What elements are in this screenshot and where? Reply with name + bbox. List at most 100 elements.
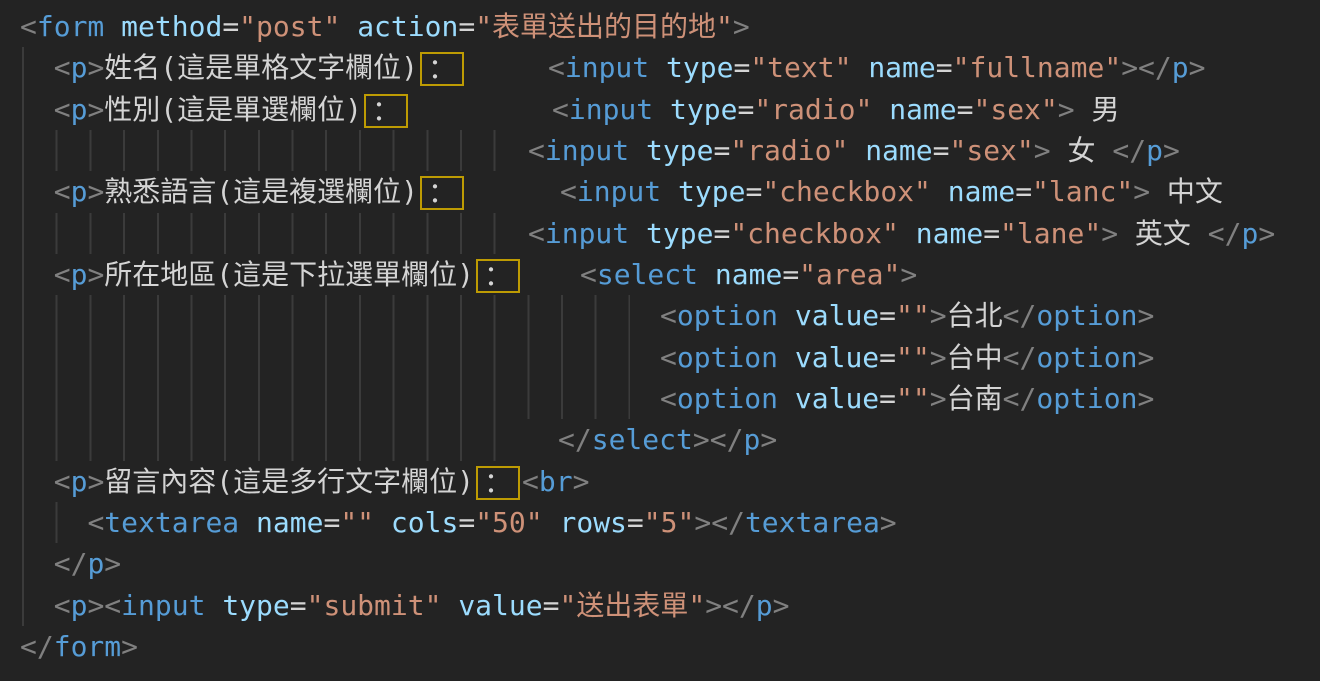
code-token: > — [1058, 93, 1075, 126]
code-token: < — [528, 217, 545, 250]
code-line[interactable]: <option value="">台北</option> — [20, 295, 1320, 336]
code-line[interactable]: <p>性別(這是單選欄位)：<input type="radio" name="… — [20, 89, 1320, 130]
code-line[interactable]: <option value="">台南</option> — [20, 378, 1320, 419]
code-token: = — [737, 93, 754, 126]
code-line[interactable]: <p>姓名(這是單格文字欄位)：<input type="text" name=… — [20, 47, 1320, 88]
unicode-highlight-box: ： — [476, 259, 520, 293]
code-editor[interactable]: <form method="post" action="表單送出的目的地"> <… — [0, 0, 1320, 681]
code-line[interactable]: <p>留言內容(這是多行文字欄位)：<br> — [20, 461, 1320, 502]
code-token — [899, 217, 916, 250]
code-token: input — [545, 134, 629, 167]
code-token: > — [733, 10, 750, 43]
code-token: </ — [1003, 382, 1037, 415]
code-token — [374, 506, 391, 539]
code-token: = — [745, 175, 762, 208]
code-token: 台北 — [947, 299, 1003, 332]
code-token: "" — [340, 506, 374, 539]
code-token — [20, 506, 87, 539]
code-token: > — [773, 589, 790, 622]
code-token: = — [323, 506, 340, 539]
code-token: > — [1133, 175, 1150, 208]
code-token: "radio" — [730, 134, 848, 167]
unicode-highlight-box: ： — [420, 176, 464, 210]
code-token: p — [71, 175, 88, 208]
code-token: < — [552, 93, 569, 126]
code-token: 所在地區(這是下拉選單欄位) — [104, 258, 474, 291]
code-token: input — [545, 217, 629, 250]
code-token: type — [646, 217, 713, 250]
code-token: p — [71, 93, 88, 126]
code-token: 台南 — [947, 382, 1003, 415]
code-token: value — [458, 589, 542, 622]
code-token: name — [889, 93, 956, 126]
code-token: type — [646, 134, 713, 167]
code-line[interactable]: <p>熟悉語言(這是複選欄位)：<input type="checkbox" n… — [20, 171, 1320, 212]
code-token: < — [87, 506, 104, 539]
code-token: "" — [896, 382, 930, 415]
code-token: "表單送出的目的地" — [475, 10, 733, 43]
code-token: 熟悉語言(這是複選欄位) — [104, 175, 418, 208]
code-token: </ — [54, 547, 88, 580]
aligned-code-segment: <select name="area"> — [580, 254, 917, 295]
code-token: > — [930, 341, 947, 374]
code-token: "sex" — [973, 93, 1057, 126]
code-token: < — [548, 51, 565, 84]
code-token: > — [87, 589, 104, 622]
code-token: "送出表單" — [559, 589, 705, 622]
code-token: "" — [896, 341, 930, 374]
code-line[interactable]: </p> — [20, 543, 1320, 584]
code-token: option — [1036, 341, 1137, 374]
code-token — [778, 382, 795, 415]
code-line[interactable]: <form method="post" action="表單送出的目的地"> — [20, 6, 1320, 47]
code-token: "text" — [750, 51, 851, 84]
code-token — [20, 175, 54, 208]
code-token: > — [1101, 217, 1118, 250]
code-token: = — [733, 51, 750, 84]
code-token: name — [865, 134, 932, 167]
aligned-code-segment: <option value="">台中</option> — [660, 337, 1154, 378]
code-token: < — [54, 465, 71, 498]
code-token: "sex" — [949, 134, 1033, 167]
code-token: < — [660, 382, 677, 415]
code-token: input — [577, 175, 661, 208]
code-token: p — [71, 51, 88, 84]
aligned-code-segment: </select></p> — [558, 419, 777, 460]
code-token — [20, 547, 54, 580]
code-line[interactable]: <p>所在地區(這是下拉選單欄位)：<select name="area"> — [20, 254, 1320, 295]
code-line[interactable]: <input type="radio" name="sex"> 女 </p> — [20, 130, 1320, 171]
code-token: method — [121, 10, 222, 43]
code-token — [340, 10, 357, 43]
code-line[interactable]: </select></p> — [20, 419, 1320, 460]
code-line[interactable]: <textarea name="" cols="50" rows="5"></t… — [20, 502, 1320, 543]
code-token: "submit" — [307, 589, 442, 622]
code-token: </ — [20, 630, 54, 663]
code-token: = — [290, 589, 307, 622]
code-line[interactable]: <option value="">台中</option> — [20, 337, 1320, 378]
code-token: name — [948, 175, 1015, 208]
code-token: < — [528, 134, 545, 167]
code-token: 中文 — [1150, 175, 1223, 208]
code-token: </ — [1003, 299, 1037, 332]
code-token: = — [983, 217, 1000, 250]
code-token: "radio" — [754, 93, 872, 126]
code-token: textarea — [745, 506, 880, 539]
code-line[interactable]: <p><input type="submit" value="送出表單"></p… — [20, 585, 1320, 626]
code-token: > — [1138, 341, 1155, 374]
code-line[interactable]: </form> — [20, 626, 1320, 667]
code-token: > — [1138, 299, 1155, 332]
code-token: < — [104, 589, 121, 622]
code-token: "50" — [475, 506, 542, 539]
code-token: = — [1015, 175, 1032, 208]
unicode-highlight-box: ： — [420, 52, 464, 86]
code-token: > — [87, 175, 104, 208]
code-token: < — [20, 10, 37, 43]
code-token: option — [677, 382, 778, 415]
code-line[interactable]: <input type="checkbox" name="lane"> 英文 <… — [20, 213, 1320, 254]
code-token: = — [936, 51, 953, 84]
code-token: < — [54, 93, 71, 126]
code-token: rows — [559, 506, 626, 539]
code-token: "checkbox" — [762, 175, 931, 208]
code-token: < — [54, 51, 71, 84]
code-token: value — [795, 382, 879, 415]
code-token — [661, 175, 678, 208]
